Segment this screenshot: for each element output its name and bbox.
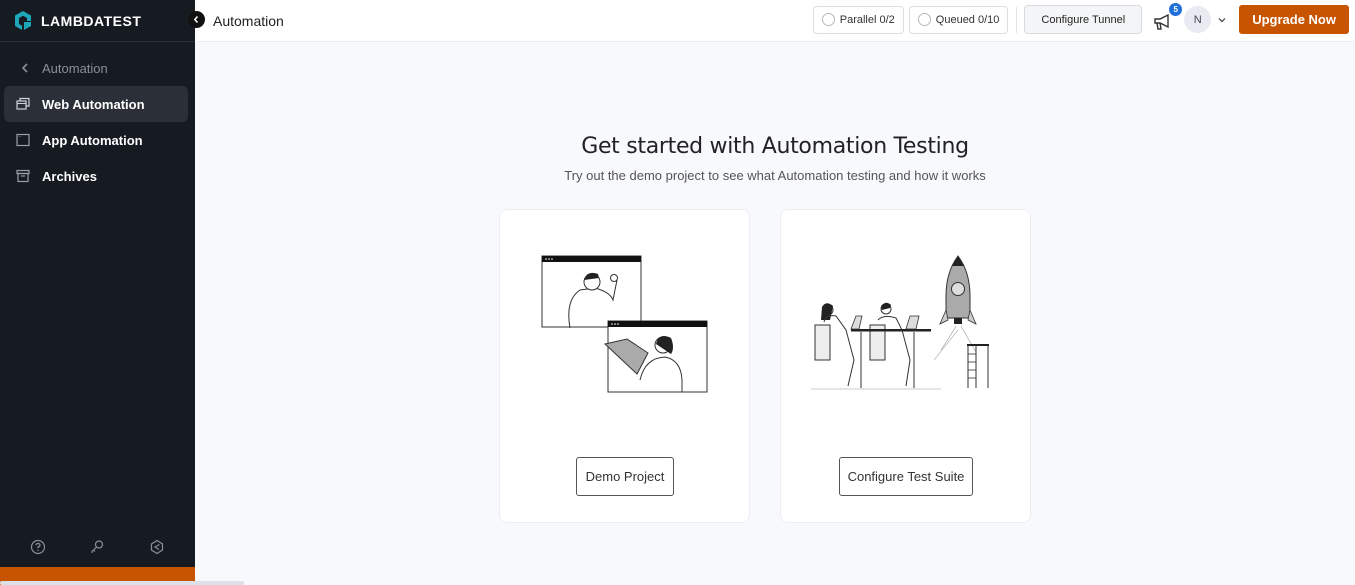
sidebar: LAMBDATEST Automation Web Automation App… [0, 0, 195, 585]
upgrade-now-button[interactable]: Upgrade Now [1239, 5, 1349, 34]
app-window-icon [16, 133, 30, 147]
configure-test-suite-card: Configure Test Suite [780, 209, 1031, 523]
brand-name: LAMBDATEST [41, 12, 142, 29]
demo-project-card: Demo Project [499, 209, 750, 523]
getting-started-heading: Get started with Automation Testing [581, 134, 969, 159]
back-to-automation[interactable]: Automation [0, 50, 195, 86]
main-content: Get started with Automation Testing Try … [195, 43, 1355, 585]
queued-status[interactable]: Queued 0/10 [908, 5, 1009, 34]
rocket-launch-illustration [811, 255, 989, 390]
queued-circle-icon [917, 13, 931, 26]
chevron-down-icon[interactable] [1217, 15, 1227, 25]
notifications-button[interactable]: 5 [1153, 2, 1183, 31]
queued-value: 0/10 [978, 13, 1000, 26]
configure-test-suite-button[interactable]: Configure Test Suite [839, 457, 973, 496]
sidebar-item-label: App Automation [42, 132, 143, 148]
archive-icon [16, 169, 30, 183]
demo-project-button[interactable]: Demo Project [576, 457, 674, 496]
sidebar-item-label: Web Automation [42, 96, 145, 112]
notification-badge: 5 [1169, 2, 1183, 16]
sidebar-item-label: Archives [42, 168, 97, 184]
sidebar-item-archives[interactable]: Archives [4, 158, 188, 194]
sidebar-item-web-automation[interactable]: Web Automation [4, 86, 188, 122]
logo[interactable]: LAMBDATEST [0, 0, 195, 42]
page-title: Automation [213, 12, 284, 29]
parallel-label: Parallel [839, 13, 877, 26]
integrations-icon[interactable] [149, 539, 165, 555]
topbar-actions: Parallel 0/2 Queued 0/10 Configure Tunne… [812, 2, 1349, 34]
help-icon[interactable] [30, 539, 46, 555]
key-icon[interactable] [89, 539, 105, 555]
divider [1016, 6, 1018, 33]
getting-started-subheading: Try out the demo project to see what Aut… [564, 168, 986, 183]
sidebar-footer [0, 539, 195, 555]
lambdatest-logo-icon [15, 10, 31, 30]
parallel-status[interactable]: Parallel 0/2 [812, 5, 904, 34]
avatar[interactable]: N [1184, 6, 1212, 33]
megaphone-icon [1154, 13, 1169, 30]
horizontal-scrollbar[interactable] [0, 581, 244, 585]
back-label: Automation [42, 60, 108, 76]
configure-tunnel-button[interactable]: Configure Tunnel [1024, 5, 1143, 34]
queued-label: Queued [935, 13, 975, 26]
collapse-sidebar-button[interactable] [188, 11, 205, 28]
chevron-left-icon [193, 15, 199, 24]
sidebar-item-app-automation[interactable]: App Automation [4, 122, 188, 158]
windows-icon [16, 97, 30, 110]
parallel-circle-icon [821, 13, 835, 26]
collaboration-illustration [541, 255, 708, 393]
topbar: Automation Parallel 0/2 Queued 0/10 Conf… [188, 0, 1355, 42]
parallel-value: 0/2 [879, 13, 895, 26]
chevron-left-icon [21, 63, 28, 73]
